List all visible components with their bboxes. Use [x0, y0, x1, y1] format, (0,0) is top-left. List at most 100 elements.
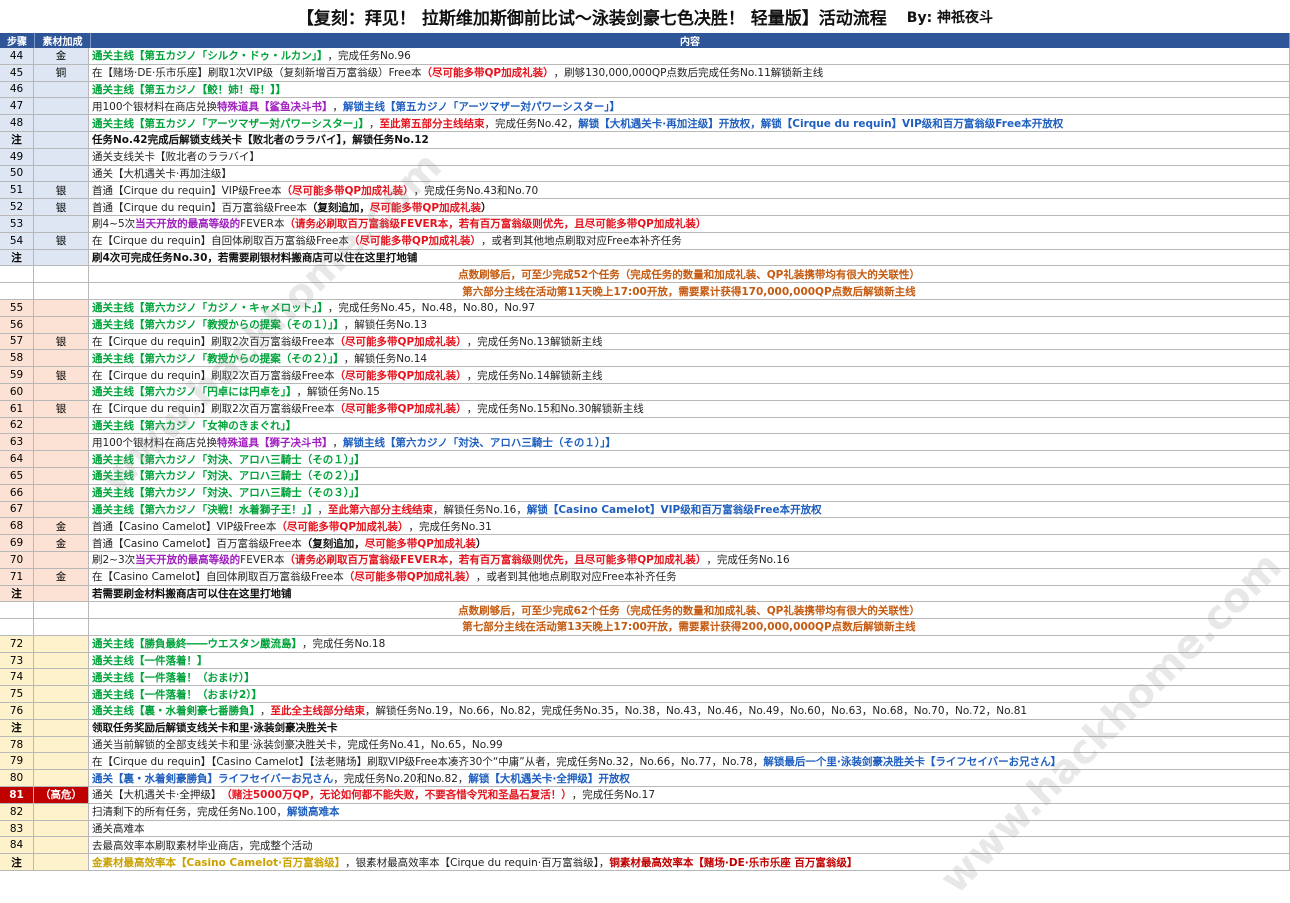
- table-row: 55 通关主线【第六カジノ「カジノ・キャメロット」】 ，完成任务No.45，No.4…: [0, 299, 1290, 317]
- bonus-cell: [34, 854, 89, 871]
- bonus-cell: [34, 719, 89, 736]
- table-row: 76 通关主线【裏・水着剣豪七番勝負】，至此全主线部分结束 ，解锁任务No.19，N…: [0, 703, 1290, 720]
- bonus-cell: [34, 686, 89, 703]
- bonus-cell: 金: [34, 48, 89, 64]
- content-segment: （尽可能多带QP加成礼装）: [281, 184, 414, 197]
- step-cell: 68: [0, 518, 34, 535]
- content-cell: 第六部分主线在活动第11天晚上17:00开放，需要累计获得170,000,000…: [89, 283, 1290, 299]
- content-segment: 至此全主线部分结束: [270, 705, 366, 718]
- step-cell: 83: [0, 820, 34, 837]
- content-segment: ，完成任务No.14解锁新主线: [466, 369, 603, 382]
- note-row: 注 领取任务奖励后解锁支线关卡和里·泳装剑豪决胜关卡: [0, 719, 1290, 737]
- content-segment: 尽可能多带QP加成礼装: [364, 537, 476, 550]
- content-segment: （请务必刷取百万富翁级FEVER本，若有百万富翁级则优先，且尽可能多带QP加成礼…: [284, 218, 707, 231]
- content-segment: 任务No.42完成后解锁支线关卡【败北者のララバイ】，解锁任务No.12: [92, 134, 429, 147]
- content-segment: （尽可能多带QP加成礼装）: [334, 335, 467, 348]
- table-row: 79 在【Cirque du requin】【Casino Camelot】【法老…: [0, 753, 1290, 771]
- section-banner-row: 点数刷够后，可至少完成52个任务（完成任务的数量和加成礼装、QP礼装携带均有很大…: [0, 266, 1290, 284]
- table-row: 67 通关主线【第六カジノ「決戦！水着獅子王！」】，至此第六部分主线结束 ，解锁任务…: [0, 501, 1290, 519]
- content-cell: 在【Cirque du requin】【Casino Camelot】【法老赌场…: [89, 753, 1290, 770]
- page: 【复刻：拜见！ 拉斯维加斯御前比试～泳装剑豪七色决胜！ 轻量版】活动流程 By:…: [0, 0, 1290, 903]
- table-row: 49 通关支线关卡【败北者のララバイ】: [0, 148, 1290, 166]
- bonus-cell: [34, 434, 89, 451]
- step-cell: 81: [0, 787, 34, 803]
- step-cell: 56: [0, 316, 34, 333]
- header-bonus: 素材加成: [35, 33, 91, 48]
- header-content: 内容: [91, 33, 1290, 48]
- step-cell: 75: [0, 686, 34, 703]
- table-row: 57 银在【Cirque du requin】刷取2次百万富翁级Free本 （尽可能…: [0, 333, 1290, 351]
- content-segment: 通关【大机遇关卡·再加注级】: [92, 167, 232, 180]
- table-row: 56 通关主线【第六カジノ「教授からの提案（その１）」】 ，解锁任务No.13: [0, 316, 1290, 334]
- content-segment: 尽可能多带QP加成礼装: [369, 201, 482, 214]
- content-segment: ，完成任务No.43和No.70: [413, 184, 539, 197]
- content-segment: 通关主线【第六カジノ「女神のきまぐれ」】: [92, 419, 297, 432]
- table-row: 61 银在【Cirque du requin】刷取2次百万富翁级Free本 （尽可能…: [0, 400, 1290, 418]
- table-row: 63 用100个银材料在商店兑换 特殊道具【狮子决斗书】，解锁主线【第六カジノ「対決…: [0, 434, 1290, 452]
- content-cell: 通关【大机遇关卡·全押级】 （赌注5000万QP，无论如何都不能失败，不要吝惜令咒…: [89, 787, 1290, 803]
- bonus-cell: [34, 635, 89, 652]
- content-segment: （复刻追加，: [301, 537, 365, 550]
- content-segment: （尽可能多带QP加成礼装）: [334, 369, 467, 382]
- note-row: 注 若需要刷金材料搬商店可以住在这里打地铺: [0, 585, 1290, 603]
- content-cell: 通关主线【第五カジノ「アーツマザー対パワーシスター」】，至此第五部分主线结束 ，完…: [89, 115, 1290, 131]
- content-cell: 通关主线【一件落着！】: [89, 652, 1290, 669]
- content-cell: 任务No.42完成后解锁支线关卡【败北者のララバイ】，解锁任务No.12: [89, 131, 1290, 148]
- bonus-cell: [34, 501, 89, 518]
- content-cell: 通关主线【第五カジノ【鲛！姉！母！】】: [89, 81, 1290, 98]
- content-cell: 通关主线【裏・水着剣豪七番勝負】，至此全主线部分结束 ，解锁任务No.19，No.…: [89, 703, 1290, 719]
- content-segment: ，或者到其他地点刷取对应Free本补齐任务: [481, 235, 682, 248]
- bonus-cell: [34, 249, 89, 266]
- step-cell: 67: [0, 501, 34, 518]
- content-segment: 通关主线【第六カジノ「教授からの提案（その１）」】: [92, 319, 344, 332]
- table-row: 45 铜在【赌场·DE·乐市乐座】刷取1次VIP级（复刻新增百万富翁级）Free本…: [0, 64, 1290, 82]
- content-segment: 去最高效率本刷取素材毕业商店，完成整个活动: [92, 839, 313, 852]
- content-cell: 金素材最高效率本【Casino Camelot·百万富翁级】 ，银素材最高效率本【…: [89, 854, 1290, 871]
- content-segment: ）: [481, 201, 492, 214]
- table-row: 59 银在【Cirque du requin】刷取2次百万富翁级Free本 （尽可能…: [0, 367, 1290, 384]
- content-cell: 通关主线【第六カジノ「対決、アロハ三騎士（その１）」】: [89, 451, 1290, 467]
- content-cell: 在【Cirque du requin】自回体刷取百万富翁级Free本 （尽可能多带…: [89, 232, 1290, 249]
- section-banner-row: 第六部分主线在活动第11天晚上17:00开放，需要累计获得170,000,000…: [0, 283, 1290, 300]
- bonus-cell: （高危）: [34, 787, 89, 803]
- step-cell: 59: [0, 367, 34, 383]
- content-cell: 在【Casino Camelot】自回体刷取百万富翁级Free本 （尽可能多带QP…: [89, 568, 1290, 585]
- content-segment: ，解锁任务No.15: [296, 386, 380, 399]
- step-cell: 70: [0, 551, 34, 568]
- content-cell: 通关当前解锁的全部支线关卡和里·泳装剑豪决胜关卡，完成任务No.41，No.65…: [89, 736, 1290, 753]
- content-cell: 通关主线【一件落着！（おまけ2）】: [89, 686, 1290, 703]
- bonus-cell: [34, 383, 89, 400]
- content-cell: 通关支线关卡【败北者のララバイ】: [89, 148, 1290, 165]
- content-segment: ，: [332, 436, 344, 449]
- content-segment: ，: [317, 503, 329, 516]
- note-row: 注 任务No.42完成后解锁支线关卡【败北者のララバイ】，解锁任务No.12: [0, 131, 1290, 149]
- step-cell: 52: [0, 199, 34, 215]
- content-segment: 通关主线【一件落着！（おまけ）】: [92, 671, 255, 684]
- step-cell: 71: [0, 568, 34, 585]
- content-segment: 解锁【大机遇关卡·再加注级】开放权，解锁【Cirque du requin】VI…: [578, 117, 1064, 130]
- content-segment: ，完成任务No.18: [302, 638, 386, 651]
- step-cell: 58: [0, 350, 34, 367]
- content-cell: 用100个银材料在商店兑换 特殊道具【狮子决斗书】，解锁主线【第六カジノ「対決、ア…: [89, 434, 1290, 451]
- content-cell: 通关主线【第六カジノ「対決、アロハ三騎士（その３）」】: [89, 484, 1290, 501]
- content-segment: ，完成任务No.42，: [484, 117, 579, 130]
- bonus-cell: 银: [34, 400, 89, 417]
- content-segment: ，刷够130,000,000QP点数后完成任务No.11解锁新主线: [553, 67, 824, 80]
- content-cell: 刷2~3次 当天开放的最高等级的 FEVER本 （请务必刷取百万富翁级FEVER本，若…: [89, 551, 1290, 568]
- content-cell: 刷4~5次 当天开放的最高等级的 FEVER本 （请务必刷取百万富翁级FEVER本，若…: [89, 215, 1290, 232]
- content-segment: 用100个银材料在商店兑换: [92, 436, 218, 449]
- content-segment: 若需要刷金材料搬商店可以住在这里打地铺: [92, 587, 292, 600]
- bonus-cell: [34, 585, 89, 602]
- content-segment: 特殊道具【狮子决斗书】: [217, 436, 333, 449]
- content-cell: 通关主线【勝負最終――ウエスタン嚴流島】 ，完成任务No.18: [89, 635, 1290, 652]
- table-row: 65 通关主线【第六カジノ「対決、アロハ三騎士（その２）」】: [0, 467, 1290, 485]
- table-row: 52 银首通【Cirque du requin】百万富翁级Free本 （复刻追加，尽…: [0, 199, 1290, 216]
- content-segment: ，完成任务No.13解锁新主线: [466, 335, 603, 348]
- content-segment: 在【Cirque du requin】【Casino Camelot】【法老赌场…: [92, 755, 764, 768]
- content-segment: ，: [369, 117, 380, 130]
- table-row: 78 通关当前解锁的全部支线关卡和里·泳装剑豪决胜关卡，完成任务No.41，No.…: [0, 736, 1290, 754]
- bonus-cell: [34, 770, 89, 787]
- bonus-cell: [34, 703, 89, 719]
- content-segment: （尽可能多带QP加成礼装）: [343, 571, 476, 584]
- bonus-cell: [34, 350, 89, 367]
